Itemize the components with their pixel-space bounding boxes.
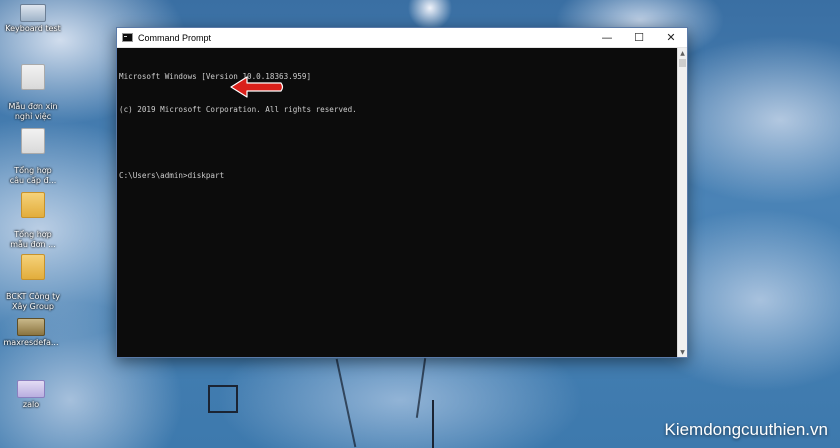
close-button[interactable]: ✕ [655,28,687,48]
minimize-button[interactable]: — [591,28,623,48]
scroll-down-arrow-icon[interactable]: ▼ [678,347,687,357]
window-titlebar[interactable]: Command Prompt — ☐ ✕ [117,28,687,48]
archive-file-icon [17,380,45,398]
document-icon [21,64,45,90]
command-prompt-window[interactable]: Command Prompt — ☐ ✕ Microsoft Windows [… [116,27,688,358]
desktop-icon-label: BCKT Công ty Xây Group [5,292,61,311]
desktop-icon-maxresdefault[interactable]: maxresdefa... [0,318,62,348]
desktop-icon-zalo[interactable]: zalo [0,380,62,410]
folder-icon [21,254,45,280]
cmd-app-icon [122,33,133,42]
console-line: (c) 2019 Microsoft Corporation. All righ… [119,105,357,114]
scroll-up-arrow-icon[interactable]: ▲ [678,48,687,58]
console-prompt-line: C:\Users\admin>diskpart [119,171,225,180]
scroll-thumb[interactable] [679,59,686,67]
desktop-icon-tong-hop-mau[interactable]: Tổng hợp mẫu đơn ... [2,182,64,250]
vertical-scrollbar[interactable]: ▲ ▼ [677,48,687,357]
document-icon [21,128,45,154]
desktop-icon-mau-don[interactable]: Mẫu đơn xin nghỉ việc [2,54,64,122]
desktop-icon-label: maxresdefa... [3,338,59,347]
desktop-icon-tong-hop-cau[interactable]: Tổng hợp câu cấp đ... [2,118,64,186]
maximize-button[interactable]: ☐ [623,28,655,48]
image-file-icon [17,318,45,336]
window-title: Command Prompt [138,32,212,43]
console-output[interactable]: Microsoft Windows [Version 10.0.18363.95… [117,48,677,357]
red-arrow-icon [230,76,284,98]
watermark: Kiemdongcuuthien.vn [664,420,828,439]
folder-icon [21,192,45,218]
desktop-icon-keyboard-test[interactable]: Keyboard test [2,4,64,34]
wallpaper-pole [432,400,434,448]
desktop-icon-label: zalo [22,400,40,409]
keyboard-app-icon [20,4,46,22]
desktop-icon-label: Keyboard test [5,24,61,33]
desktop-icon-bckt[interactable]: BCKT Công ty Xây Group [2,244,64,312]
wallpaper-swing [208,385,238,413]
console-line: Microsoft Windows [Version 10.0.18363.95… [119,72,312,81]
